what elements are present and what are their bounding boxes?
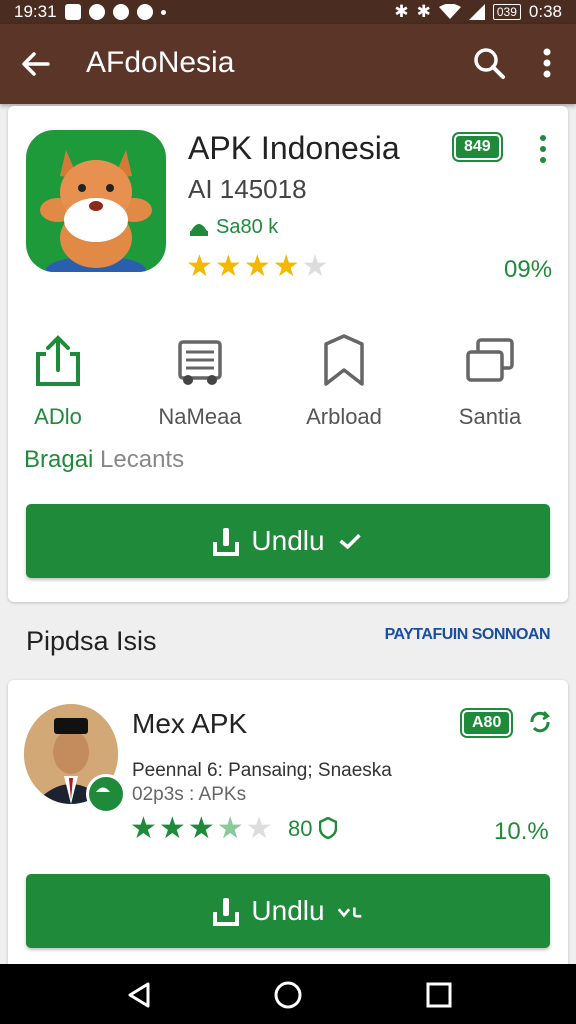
notification-icon bbox=[136, 4, 153, 20]
download-button[interactable]: Undlu bbox=[26, 504, 550, 578]
version-badge: A80 bbox=[459, 708, 514, 738]
check-icon bbox=[337, 907, 361, 918]
download-label: Undlu bbox=[251, 895, 325, 926]
download-label: Undlu bbox=[251, 525, 325, 556]
status-bar: 19:31 ✱ ✱ 039 0:38 bbox=[0, 0, 576, 24]
rating-percent: 09% bbox=[504, 256, 553, 283]
nav-back-icon[interactable] bbox=[124, 980, 154, 1010]
action-label: Arbload bbox=[306, 404, 382, 429]
copy-icon bbox=[466, 338, 514, 382]
app-description: Peennal 6: Pansaing; Snaeska bbox=[132, 760, 392, 781]
signal-icon bbox=[468, 4, 485, 20]
shield-icon bbox=[318, 816, 337, 840]
star-icon: ★ bbox=[301, 250, 329, 283]
navigation-bar bbox=[0, 964, 576, 1024]
share-text-primary: Bragai bbox=[24, 446, 94, 473]
version-badge: 849 bbox=[452, 132, 503, 162]
app-title: APK Indonesia bbox=[188, 130, 400, 166]
news-icon bbox=[178, 340, 222, 385]
share-icon bbox=[36, 335, 80, 386]
rating-count-value: 80 bbox=[288, 816, 313, 841]
vibrate-icon: ✱ bbox=[394, 2, 409, 21]
app-list-card[interactable]: Mex APK A80 Peennal 6: Pansaing; Snaeska… bbox=[8, 680, 568, 970]
star-icon: ★ bbox=[243, 250, 271, 283]
check-icon bbox=[338, 533, 361, 550]
action-copy[interactable]: Santia bbox=[430, 334, 550, 430]
developer-icon bbox=[190, 223, 208, 236]
app-meta: 02p3s : APKs bbox=[132, 784, 247, 805]
notification-icon bbox=[88, 4, 105, 20]
app-bar: AFdoNesia bbox=[0, 24, 576, 104]
bluetooth-icon: ✱ bbox=[416, 2, 431, 21]
wifi-icon bbox=[438, 4, 461, 19]
status-time-left: 19:31 bbox=[14, 2, 57, 21]
app-title: Mex APK bbox=[132, 708, 248, 739]
star-icon: ★ bbox=[186, 250, 213, 283]
rating-percent: 10.% bbox=[494, 818, 549, 845]
section-see-all-link[interactable]: PAYTAFUIN SONNOAN bbox=[385, 626, 551, 644]
download-icon bbox=[213, 528, 240, 556]
search-icon[interactable] bbox=[472, 46, 506, 80]
star-icon: ★ bbox=[158, 812, 186, 845]
rating-stars: ★ ★ ★ ★ ★ bbox=[186, 252, 329, 282]
sync-icon[interactable] bbox=[528, 710, 552, 734]
star-icon: ★ bbox=[187, 812, 215, 845]
star-icon: ★ bbox=[216, 812, 244, 845]
app-version: AI 145018 bbox=[188, 174, 307, 204]
rating-stars: ★ ★ ★ ★ ★ bbox=[130, 814, 273, 844]
verified-badge-icon bbox=[86, 774, 126, 814]
developer-row[interactable]: Sa80 k bbox=[188, 216, 278, 239]
notification-icon bbox=[64, 4, 81, 20]
developer-name: Sa80 k bbox=[216, 216, 279, 238]
more-notifications-icon bbox=[160, 9, 166, 15]
more-vert-icon[interactable] bbox=[534, 46, 560, 80]
share-text: Bragai Lecants bbox=[24, 446, 184, 474]
star-icon: ★ bbox=[214, 250, 242, 283]
avatar bbox=[24, 704, 126, 814]
battery-indicator: 039 bbox=[492, 4, 521, 20]
notification-icon bbox=[112, 4, 129, 20]
star-icon: ★ bbox=[272, 250, 300, 283]
action-label: NaMeaa bbox=[158, 404, 242, 429]
nav-home-icon[interactable] bbox=[273, 980, 303, 1010]
action-share[interactable]: ADlo bbox=[0, 334, 118, 430]
download-button[interactable]: Undlu bbox=[26, 874, 550, 948]
bookmark-icon bbox=[324, 334, 364, 386]
app-bar-title: AFdoNesia bbox=[86, 46, 235, 79]
status-time-right: 0:38 bbox=[528, 2, 562, 21]
action-bookmark[interactable]: Arbload bbox=[284, 334, 404, 430]
share-text-secondary: Lecants bbox=[93, 446, 185, 473]
star-icon: ★ bbox=[130, 812, 157, 845]
rating-count: 80 bbox=[288, 816, 337, 842]
nav-recents-icon[interactable] bbox=[424, 980, 454, 1010]
section-title: Pipdsa Isis bbox=[26, 626, 157, 656]
action-label: ADlo bbox=[34, 404, 82, 429]
download-icon bbox=[213, 898, 240, 926]
app-icon bbox=[26, 130, 166, 272]
back-arrow-icon[interactable] bbox=[20, 48, 52, 80]
action-label: Santia bbox=[458, 404, 522, 429]
action-news[interactable]: NaMeaa bbox=[140, 334, 260, 430]
app-detail-card: APK Indonesia AI 145018 Sa80 k 849 ★ ★ ★… bbox=[8, 106, 568, 602]
star-icon: ★ bbox=[245, 812, 273, 845]
more-vert-icon[interactable] bbox=[538, 134, 548, 164]
